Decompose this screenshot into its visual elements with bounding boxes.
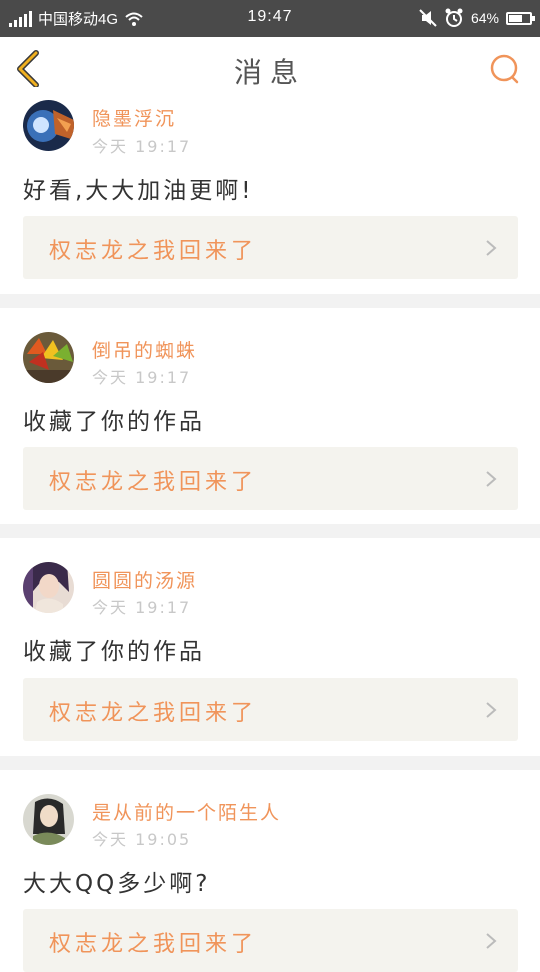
alarm-icon <box>445 8 463 27</box>
timestamp: 今天 19:05 <box>92 830 192 849</box>
timestamp: 今天 19:17 <box>92 368 192 387</box>
username[interactable]: 隐墨浮沉 <box>92 104 176 131</box>
work-title: 权志龙之我回来了 <box>49 701 258 726</box>
work-title: 权志龙之我回来了 <box>49 932 258 957</box>
work-title: 权志龙之我回来了 <box>49 239 258 264</box>
chevron-right-icon <box>486 240 497 256</box>
timestamp: 今天 19:17 <box>92 598 192 617</box>
work-link[interactable]: 权志龙之我回来了 <box>23 909 518 972</box>
chevron-right-icon <box>486 933 497 949</box>
message-text: 大大QQ多少啊? <box>23 871 211 897</box>
status-right: 64% <box>419 8 535 28</box>
battery-icon <box>506 11 535 25</box>
username[interactable]: 倒吊的蜘蛛 <box>92 336 197 363</box>
divider <box>0 294 540 308</box>
search-icon <box>490 54 519 84</box>
username[interactable]: 是从前的一个陌生人 <box>92 798 281 825</box>
message-card: 是从前的一个陌生人 今天 19:05 大大QQ多少啊? 权志龙之我回来了 <box>0 770 540 972</box>
work-link[interactable]: 权志龙之我回来了 <box>23 447 518 510</box>
message-text: 收藏了你的作品 <box>23 409 205 435</box>
work-link[interactable]: 权志龙之我回来了 <box>23 216 518 279</box>
avatar[interactable] <box>23 332 74 383</box>
divider <box>0 524 540 538</box>
avatar[interactable] <box>23 100 74 151</box>
status-bar: 中国移动4G 19:47 64% <box>0 0 540 37</box>
search-button[interactable] <box>488 52 522 86</box>
username[interactable]: 圆圆的汤源 <box>92 566 197 593</box>
chevron-right-icon <box>486 471 497 487</box>
battery-level <box>509 14 522 22</box>
work-title: 权志龙之我回来了 <box>49 470 258 495</box>
page-title: 消息 <box>233 56 306 89</box>
message-card: 圆圆的汤源 今天 19:17 收藏了你的作品 权志龙之我回来了 <box>0 538 540 756</box>
avatar[interactable] <box>23 794 74 845</box>
message-text: 好看,大大加油更啊! <box>23 178 254 204</box>
battery-percent: 64% <box>470 10 499 26</box>
mute-icon <box>419 9 437 27</box>
timestamp: 今天 19:17 <box>92 137 192 156</box>
chevron-right-icon <box>486 702 497 718</box>
message-text: 收藏了你的作品 <box>23 639 205 665</box>
message-card: 隐墨浮沉 今天 19:17 好看,大大加油更啊! 权志龙之我回来了 <box>0 87 540 294</box>
divider <box>0 756 540 770</box>
work-link[interactable]: 权志龙之我回来了 <box>23 678 518 741</box>
message-card: 倒吊的蜘蛛 今天 19:17 收藏了你的作品 权志龙之我回来了 <box>0 308 540 524</box>
avatar[interactable] <box>23 562 74 613</box>
